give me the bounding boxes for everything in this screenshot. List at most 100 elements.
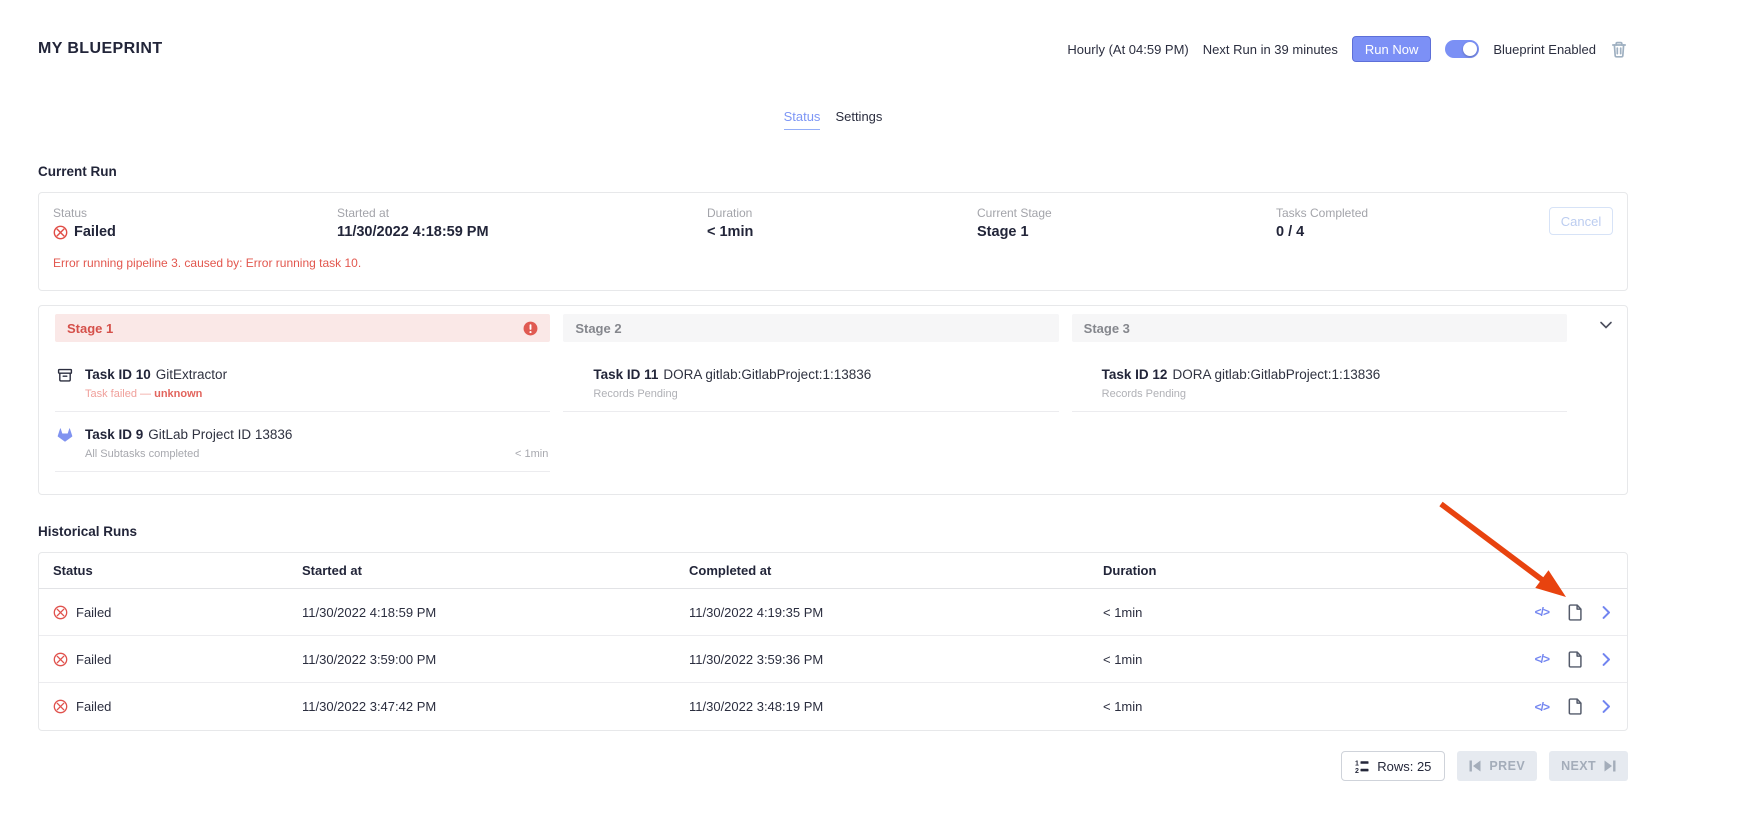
row-started: 11/30/2022 3:59:00 PM bbox=[302, 652, 689, 667]
prev-page-button[interactable]: PREV bbox=[1457, 751, 1537, 781]
tab-settings[interactable]: Settings bbox=[835, 109, 882, 130]
task-row-11: Task ID 11DORA gitlab:GitlabProject:1:13… bbox=[563, 352, 1058, 412]
view-log-document-icon[interactable] bbox=[1568, 651, 1583, 668]
stage-3-column: Stage 3 Task ID 12DORA gitlab:GitlabProj… bbox=[1072, 314, 1567, 472]
collapse-chevron-down-icon[interactable] bbox=[1599, 318, 1613, 332]
task-id: Task ID 10 bbox=[85, 367, 151, 382]
row-duration: < 1min bbox=[1103, 699, 1461, 714]
failed-circle-x-icon bbox=[53, 225, 68, 240]
failed-circle-x-icon bbox=[53, 699, 68, 714]
duration-value: < 1min bbox=[707, 224, 753, 240]
task-id: Task ID 11 bbox=[593, 367, 658, 382]
row-status: Failed bbox=[53, 699, 302, 714]
row-completed: 11/30/2022 3:48:19 PM bbox=[689, 699, 1103, 714]
row-details-chevron-right-icon[interactable] bbox=[1602, 653, 1611, 666]
stage-error-icon bbox=[523, 321, 538, 336]
rows-per-page-button[interactable]: 1 2 Rows: 25 bbox=[1341, 751, 1445, 781]
status-text: Failed bbox=[74, 224, 116, 240]
col-started-at: Started at bbox=[302, 563, 689, 578]
next-page-label: NEXT bbox=[1561, 759, 1596, 773]
current-run-section: Current Run Status Failed Started at 11/… bbox=[38, 164, 1628, 291]
task-status: All Subtasks completed bbox=[85, 448, 550, 460]
view-log-document-icon[interactable] bbox=[1568, 698, 1583, 715]
task-status: Task failed — unknown bbox=[85, 388, 550, 400]
next-page-button[interactable]: NEXT bbox=[1549, 751, 1628, 781]
rows-per-page-label: Rows: 25 bbox=[1377, 759, 1431, 774]
view-json-icon[interactable]: </> bbox=[1535, 700, 1549, 714]
numbered-list-icon: 1 2 bbox=[1355, 759, 1369, 774]
row-started: 11/30/2022 4:18:59 PM bbox=[302, 605, 689, 620]
blueprint-status-page: MY BLUEPRINT Hourly (At 04:59 PM) Next R… bbox=[0, 0, 1755, 835]
row-duration: < 1min bbox=[1103, 652, 1461, 667]
table-row: Failed 11/30/2022 3:47:42 PM 11/30/2022 … bbox=[39, 683, 1627, 730]
tasks-completed-value: 0 / 4 bbox=[1276, 224, 1368, 240]
svg-text:1: 1 bbox=[1355, 760, 1359, 767]
delete-blueprint-icon[interactable] bbox=[1610, 40, 1628, 59]
task-status: Records Pending bbox=[1102, 388, 1567, 400]
task-status-text: Records Pending bbox=[1102, 388, 1186, 400]
task-title: Task ID 9GitLab Project ID 13836 bbox=[85, 427, 550, 442]
failed-circle-x-icon bbox=[53, 605, 68, 620]
current-run-title: Current Run bbox=[38, 164, 1628, 179]
current-stage-value: Stage 1 bbox=[977, 224, 1052, 240]
task-row-10: Task ID 10GitExtractor Task failed — unk… bbox=[55, 352, 550, 412]
toggle-knob bbox=[1463, 42, 1477, 56]
top-bar-actions: Hourly (At 04:59 PM) Next Run in 39 minu… bbox=[1067, 36, 1628, 62]
row-started: 11/30/2022 3:47:42 PM bbox=[302, 699, 689, 714]
task-duration: < 1min bbox=[515, 448, 548, 460]
started-label: Started at bbox=[337, 206, 489, 220]
tasks-completed-label: Tasks Completed bbox=[1276, 206, 1368, 220]
prev-page-label: PREV bbox=[1489, 759, 1525, 773]
task-status-text: All Subtasks completed bbox=[85, 448, 199, 460]
row-details-chevron-right-icon[interactable] bbox=[1602, 700, 1611, 713]
field-tasks-completed: Tasks Completed 0 / 4 bbox=[1276, 206, 1368, 240]
extractor-box-icon bbox=[57, 367, 73, 383]
row-actions: </> bbox=[1461, 651, 1611, 668]
col-completed-at: Completed at bbox=[689, 563, 1103, 578]
current-stage-label: Current Stage bbox=[977, 206, 1052, 220]
row-completed: 11/30/2022 3:59:36 PM bbox=[689, 652, 1103, 667]
next-run-text: Next Run in 39 minutes bbox=[1203, 42, 1338, 57]
view-log-document-icon[interactable] bbox=[1568, 604, 1583, 621]
skip-previous-icon bbox=[1469, 760, 1481, 772]
run-now-button[interactable]: Run Now bbox=[1352, 36, 1431, 62]
task-title: Task ID 12DORA gitlab:GitlabProject:1:13… bbox=[1102, 367, 1567, 382]
task-row-12: Task ID 12DORA gitlab:GitlabProject:1:13… bbox=[1072, 352, 1567, 412]
row-actions: </> bbox=[1461, 698, 1611, 715]
row-completed: 11/30/2022 4:19:35 PM bbox=[689, 605, 1103, 620]
table-header-row: Status Started at Completed at Duration bbox=[39, 553, 1627, 589]
pagination: 1 2 Rows: 25 PREV NEXT bbox=[38, 751, 1628, 781]
stage-3-header: Stage 3 bbox=[1072, 314, 1567, 342]
row-status: Failed bbox=[53, 652, 302, 667]
col-duration: Duration bbox=[1103, 563, 1461, 578]
row-details-chevron-right-icon[interactable] bbox=[1602, 606, 1611, 619]
task-id: Task ID 12 bbox=[1102, 367, 1168, 382]
view-json-icon[interactable]: </> bbox=[1535, 652, 1549, 666]
historical-runs-section: Historical Runs Status Started at Comple… bbox=[38, 524, 1628, 781]
row-duration: < 1min bbox=[1103, 605, 1461, 620]
field-started-at: Started at 11/30/2022 4:18:59 PM bbox=[337, 206, 489, 240]
task-status-text: Task failed — bbox=[85, 388, 154, 400]
skip-next-icon bbox=[1604, 760, 1616, 772]
stage-1-name: Stage 1 bbox=[67, 321, 113, 336]
table-row: Failed 11/30/2022 4:18:59 PM 11/30/2022 … bbox=[39, 589, 1627, 636]
historical-runs-title: Historical Runs bbox=[38, 524, 1628, 539]
started-value: 11/30/2022 4:18:59 PM bbox=[337, 224, 489, 240]
tab-status[interactable]: Status bbox=[784, 109, 821, 130]
cancel-button[interactable]: Cancel bbox=[1549, 207, 1613, 235]
failed-circle-x-icon bbox=[53, 652, 68, 667]
field-duration: Duration < 1min bbox=[707, 206, 753, 240]
stage-2-column: Stage 2 Task ID 11DORA gitlab:GitlabProj… bbox=[563, 314, 1058, 472]
table-row: Failed 11/30/2022 3:59:00 PM 11/30/2022 … bbox=[39, 636, 1627, 683]
task-id: Task ID 9 bbox=[85, 427, 143, 442]
historical-runs-table: Status Started at Completed at Duration … bbox=[38, 552, 1628, 731]
stage-2-name: Stage 2 bbox=[575, 321, 621, 336]
top-bar: MY BLUEPRINT Hourly (At 04:59 PM) Next R… bbox=[38, 0, 1628, 62]
duration-label: Duration bbox=[707, 206, 753, 220]
stage-columns: Stage 1 bbox=[55, 314, 1567, 472]
task-title: Task ID 11DORA gitlab:GitlabProject:1:13… bbox=[593, 367, 1058, 382]
run-error-message: Error running pipeline 3. caused by: Err… bbox=[53, 256, 361, 270]
blueprint-enabled-toggle[interactable] bbox=[1445, 40, 1479, 58]
blueprint-enabled-label: Blueprint Enabled bbox=[1493, 42, 1596, 57]
view-json-icon[interactable]: </> bbox=[1535, 605, 1549, 619]
